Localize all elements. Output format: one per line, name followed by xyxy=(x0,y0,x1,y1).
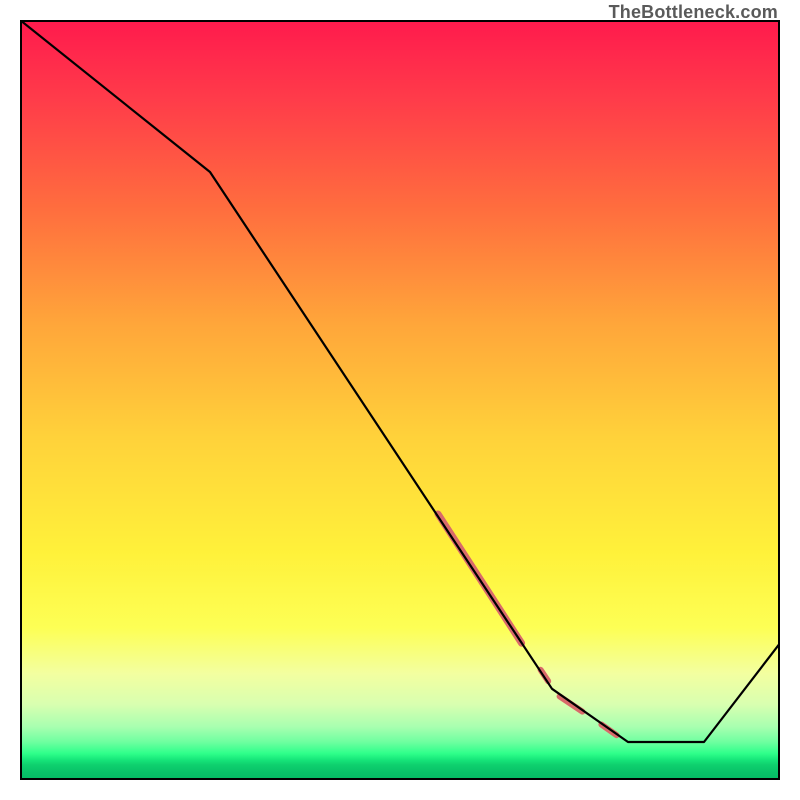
chart-container: TheBottleneck.com xyxy=(0,0,800,800)
gradient-background xyxy=(20,20,780,780)
plot-area xyxy=(20,20,780,780)
